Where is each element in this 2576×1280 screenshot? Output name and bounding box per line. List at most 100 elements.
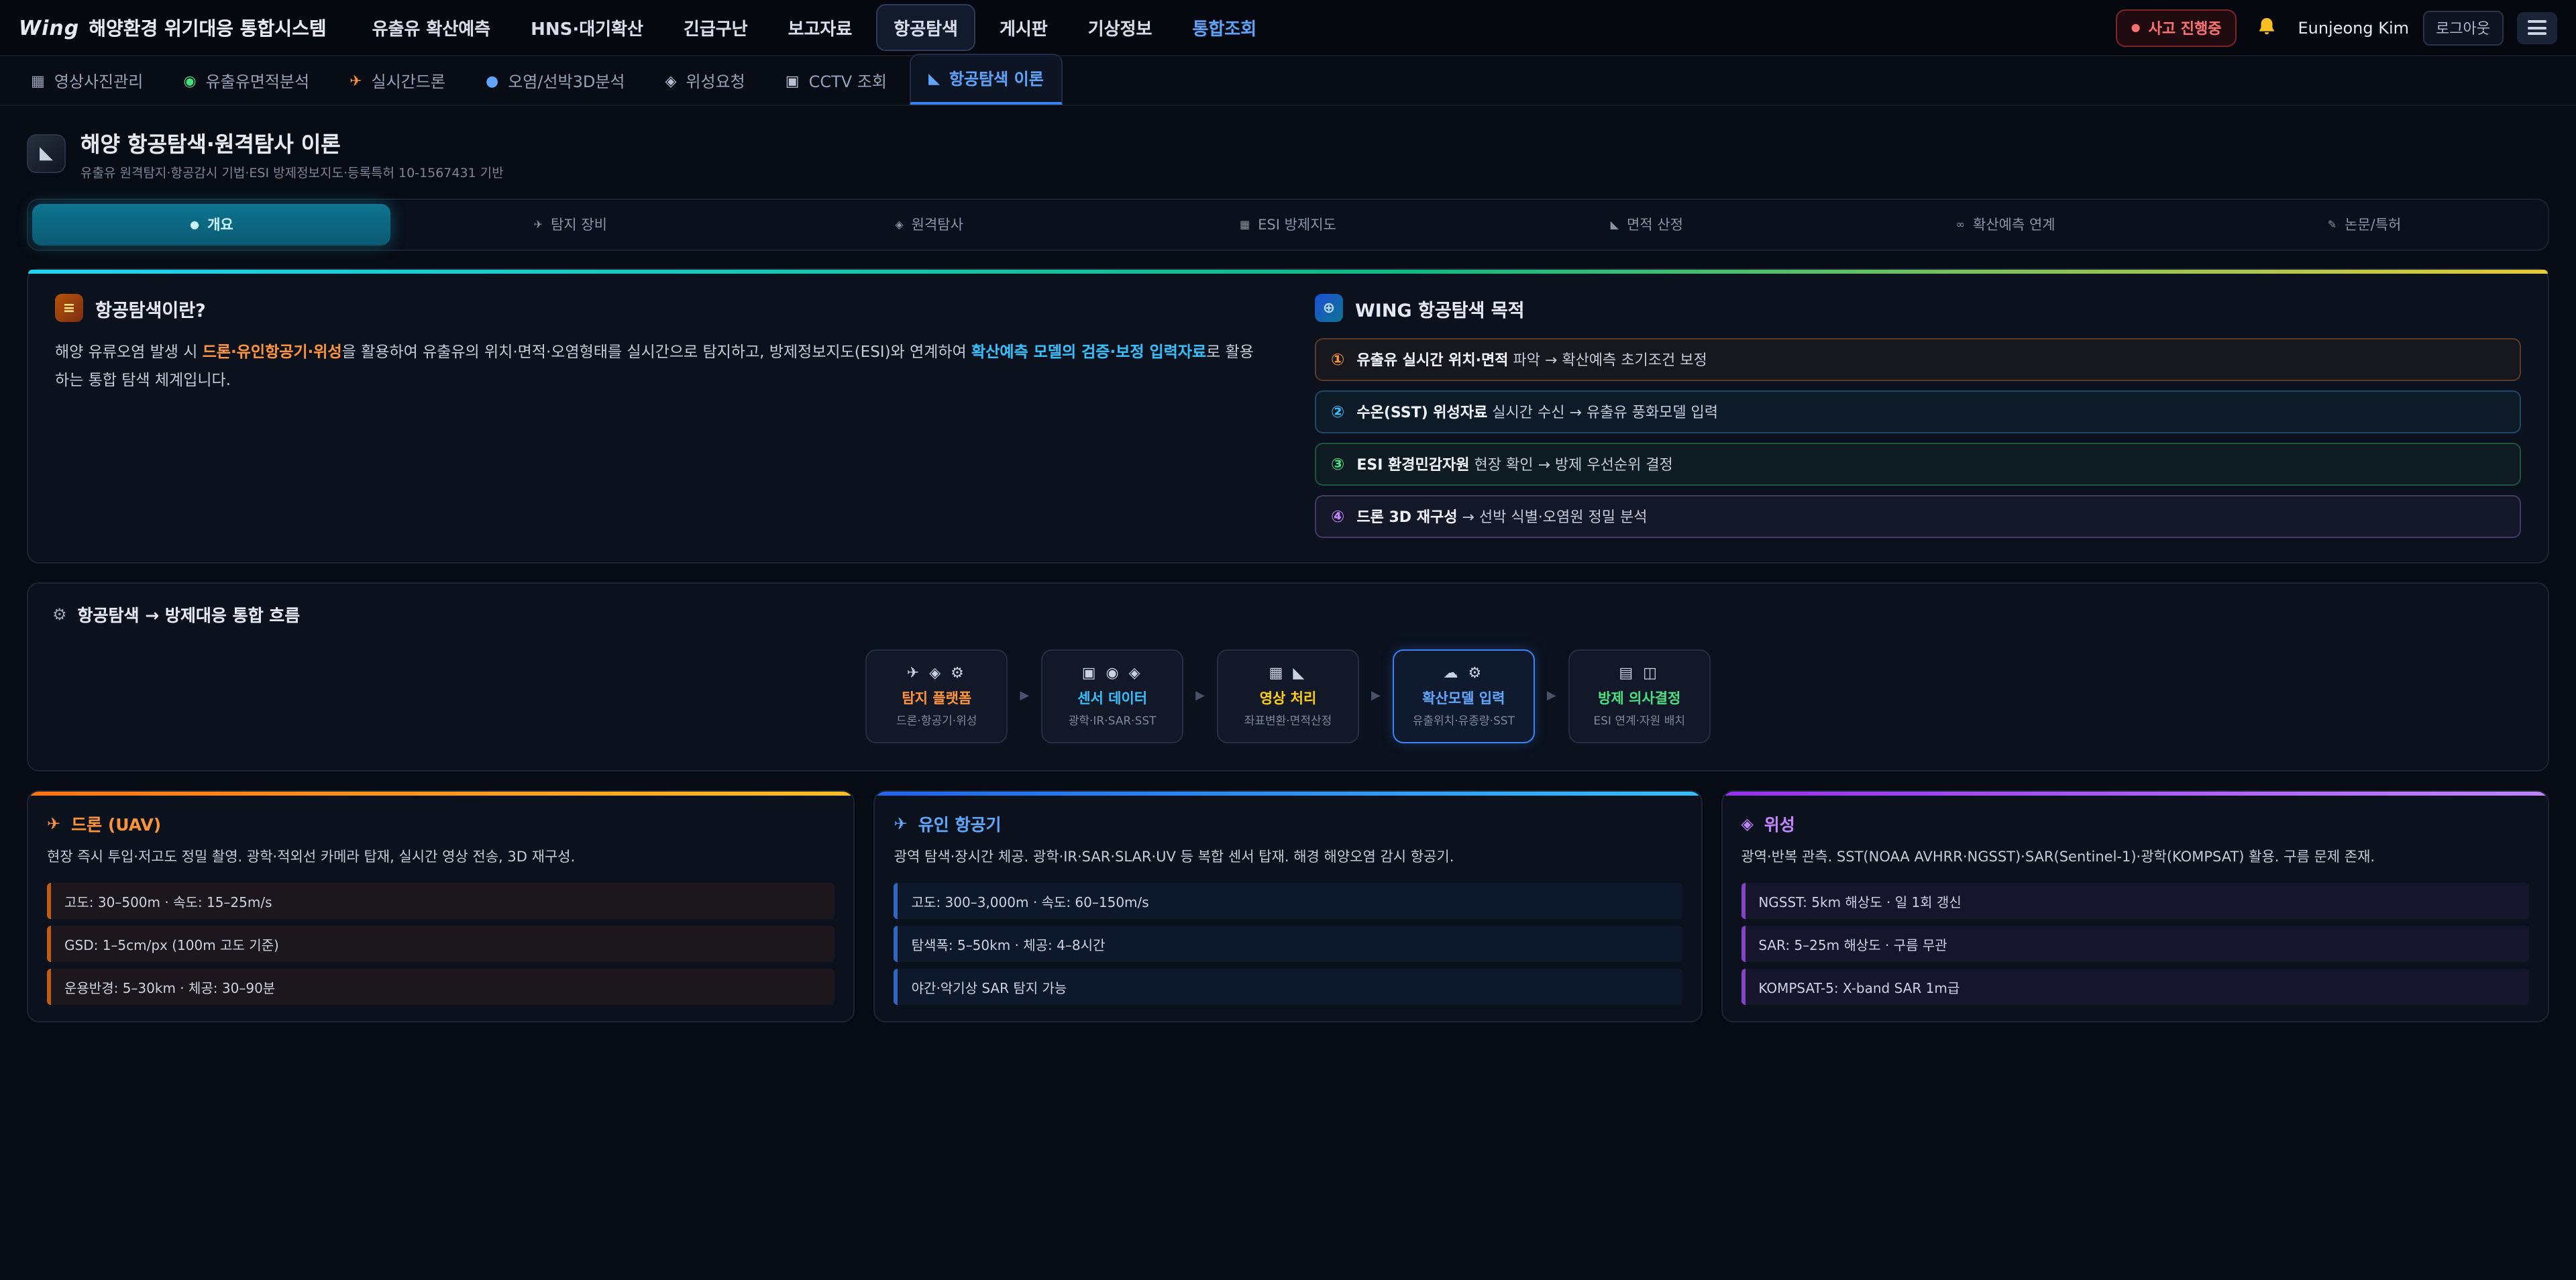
tab-detection-equipment[interactable]: ✈ 탐지 장비	[391, 204, 750, 246]
globe-icon: ⊕	[1315, 294, 1343, 322]
app-root: Wing 해양환경 위기대응 통합시스템 유출유 확산예측 HNS·대기확산 긴…	[0, 0, 2576, 1280]
brand[interactable]: Wing 해양환경 위기대응 통합시스템	[19, 14, 327, 41]
tab-remote-sensing[interactable]: ◈ 원격탐사	[750, 204, 1109, 246]
step-subtitle: 좌표변환·면적산정	[1226, 712, 1350, 729]
purpose-item: ③ ESI 환경민감자원 현장 확인 → 방제 우선순위 결정	[1315, 443, 2521, 486]
item-text: 수온(SST) 위성자료 실시간 수신 → 유출유 풍화모델 입력	[1356, 401, 1718, 423]
flow-step-image-processing: ▦ ◣ 영상 처리 좌표변환·면적산정	[1217, 649, 1359, 743]
nav-oil-spill-forecast[interactable]: 유출유 확산예측	[356, 5, 507, 50]
topbar-right: ● 사고 진행중 Eunjeong Kim 로그아웃	[2116, 9, 2557, 46]
incident-status-badge[interactable]: ● 사고 진행중	[2116, 9, 2237, 46]
flow-card: ⚙ 항공탐색 → 방제대응 통합 흐름 ✈ ◈ ⚙ 탐지 플랫폼 드론·항공기·…	[27, 582, 2549, 771]
section-title: 항공탐색이란?	[95, 295, 206, 321]
step-title: 확산모델 입력	[1402, 688, 1525, 708]
platform-title: 드론 (UAV)	[71, 810, 161, 836]
page-subtitle: 유출유 원격탐지·항공감시 기법·ESI 방제정보지도·등록특허 10-1567…	[80, 162, 504, 181]
overview-card: ≡ 항공탐색이란? 해양 유류오염 발생 시 드론·유인항공기·위성을 활용하여…	[27, 268, 2549, 564]
tab-papers-patents[interactable]: ✎ 논문/특허	[2185, 204, 2544, 246]
subtab-realtime-drone[interactable]: ✈ 실시간드론	[332, 58, 463, 105]
step-subtitle: 유출위치·유종량·SST	[1402, 712, 1525, 729]
spec-row: 고도: 300–3,000m · 속도: 60–150m/s	[894, 883, 1682, 919]
step-subtitle: 광학·IR·SAR·SST	[1051, 712, 1174, 729]
platform-card-manned-aircraft: ✈ 유인 항공기 광역 탐색·장시간 체공. 광학·IR·SAR·SLAR·UV…	[874, 790, 1703, 1022]
logout-button[interactable]: 로그아웃	[2422, 10, 2504, 45]
image-icon: ▦	[31, 72, 45, 90]
platform-desc: 현장 즉시 투입·저고도 정밀 촬영. 광학·적외선 카메라 탑재, 실시간 영…	[47, 847, 835, 869]
item-number: ①	[1331, 350, 1344, 369]
spec-row: 야간·악기상 SAR 탐지 가능	[894, 969, 1682, 1005]
airplane-icon: ✈	[894, 814, 908, 833]
logo-icon: Wing	[19, 15, 79, 40]
subtab-aerial-theory[interactable]: ◣ 항공탐색 이론	[910, 54, 1063, 105]
tab-label: 탐지 장비	[551, 215, 607, 235]
nav-aerial-search[interactable]: 항공탐색	[876, 4, 975, 51]
flow-step-model-input: ☁ ⚙ 확산모델 입력 유출위치·유종량·SST	[1393, 649, 1535, 743]
nav-hns-dispersion[interactable]: HNS·대기확산	[515, 5, 659, 50]
item-text: 드론 3D 재구성 → 선박 식별·오염원 정밀 분석	[1356, 506, 1647, 527]
step-subtitle: 드론·항공기·위성	[875, 712, 998, 729]
spec-row: GSD: 1–5cm/px (100m 고도 기준)	[47, 926, 835, 962]
item-number: ④	[1331, 507, 1344, 526]
flow-step-sensor-data: ▣ ◉ ◈ 센서 데이터 광학·IR·SAR·SST	[1041, 649, 1183, 743]
nav-board[interactable]: 게시판	[983, 5, 1064, 50]
satellite-icon: ◈	[665, 72, 677, 90]
tab-label: ESI 방제지도	[1258, 215, 1336, 235]
decision-icons: ▤ ◫	[1578, 664, 1701, 682]
gear-icon: ⚙	[52, 604, 67, 623]
platform-title: 유인 항공기	[918, 810, 1002, 836]
platform-desc: 광역 탐색·장시간 체공. 광학·IR·SAR·SLAR·UV 등 복합 센서 …	[894, 847, 1682, 869]
platform-cards: ✈ 드론 (UAV) 현장 즉시 투입·저고도 정밀 촬영. 광학·적외선 카메…	[27, 790, 2549, 1022]
nav-emergency-rescue[interactable]: 긴급구난	[667, 5, 764, 50]
chat-icon: ●	[190, 219, 199, 231]
satellite-icon: ◈	[1741, 814, 1753, 833]
spec-row: 고도: 30–500m · 속도: 15–25m/s	[47, 883, 835, 919]
subtab-cctv[interactable]: ▣ CCTV 조회	[768, 58, 904, 105]
item-text: ESI 환경민감자원 현장 확인 → 방제 우선순위 결정	[1356, 454, 1672, 475]
purpose-item: ② 수온(SST) 위성자료 실시간 수신 → 유출유 풍화모델 입력	[1315, 390, 2521, 433]
tab-label: 원격탐사	[912, 215, 963, 235]
bell-icon[interactable]	[2249, 10, 2284, 45]
page-icon: ◣	[27, 134, 66, 173]
tab-overview[interactable]: ● 개요	[32, 204, 391, 246]
subtab-label: 위성요청	[686, 70, 745, 93]
section-tabs: ● 개요 ✈ 탐지 장비 ◈ 원격탐사 ▦ ESI 방제지도 ◣ 면적 산정 ∞…	[27, 199, 2549, 251]
tab-forecast-link[interactable]: ∞ 확산예측 연계	[1826, 204, 2185, 246]
subtab-oil-area-analysis[interactable]: ◉ 유출유면적분석	[166, 58, 327, 105]
page-header: ◣ 해양 항공탐색·원격탐사 이론 유출유 원격탐지·항공감시 기법·ESI 방…	[0, 106, 2576, 196]
item-number: ③	[1331, 455, 1344, 474]
flask-icon: ◉	[183, 72, 196, 90]
nav-weather[interactable]: 기상정보	[1072, 5, 1169, 50]
subtab-image-management[interactable]: ▦ 영상사진관리	[13, 58, 160, 105]
user-name: Eunjeong Kim	[2298, 18, 2409, 37]
hamburger-menu-icon[interactable]	[2517, 11, 2557, 44]
drone-icon: ✈	[47, 814, 60, 833]
flow-title: 항공탐색 → 방제대응 통합 흐름	[78, 601, 301, 627]
subtab-pollution-ship-3d[interactable]: ● 오염/선박3D분석	[468, 58, 643, 105]
tab-label: 확산예측 연계	[1973, 215, 2055, 235]
step-title: 영상 처리	[1226, 688, 1350, 708]
step-title: 탐지 플랫폼	[875, 688, 998, 708]
step-title: 센서 데이터	[1051, 688, 1174, 708]
arrow-icon: ▶	[1547, 690, 1556, 703]
what-is-text: 해양 유류오염 발생 시 드론·유인항공기·위성을 활용하여 유출유의 위치·면…	[55, 338, 1261, 395]
nav-reports[interactable]: 보고자료	[772, 5, 869, 50]
tab-area-calculation[interactable]: ◣ 면적 산정	[1467, 204, 1826, 246]
subtab-satellite-request[interactable]: ◈ 위성요청	[648, 58, 763, 105]
tab-esi-map[interactable]: ▦ ESI 방제지도	[1109, 204, 1468, 246]
section-title: WING 항공탐색 목적	[1355, 295, 1524, 321]
page-title: 해양 항공탐색·원격탐사 이론	[80, 126, 504, 158]
platform-card-drone: ✈ 드론 (UAV) 현장 즉시 투입·저고도 정밀 촬영. 광학·적외선 카메…	[27, 790, 855, 1022]
subtab-label: 실시간드론	[372, 70, 445, 93]
flow-step-response-decision: ▤ ◫ 방제 의사결정 ESI 연계·자원 배치	[1568, 649, 1711, 743]
link-icon: ∞	[1956, 219, 1965, 231]
book-icon: ≡	[55, 294, 83, 322]
tab-label: 논문/특허	[2345, 215, 2401, 235]
drone-icon: ✈	[350, 72, 362, 90]
nav-integrated-search[interactable]: 통합조회	[1176, 5, 1273, 50]
arrow-icon: ▶	[1195, 690, 1205, 703]
platform-desc: 광역·반복 관측. SST(NOAA AVHRR·NGSST)·SAR(Sent…	[1741, 847, 2529, 869]
tab-label: 개요	[207, 215, 233, 235]
app-title: 해양환경 위기대응 통합시스템	[89, 14, 326, 41]
item-text: 유출유 실시간 위치·면적 파악 → 확산예측 초기조건 보정	[1356, 349, 1707, 370]
arrow-icon: ▶	[1371, 690, 1381, 703]
